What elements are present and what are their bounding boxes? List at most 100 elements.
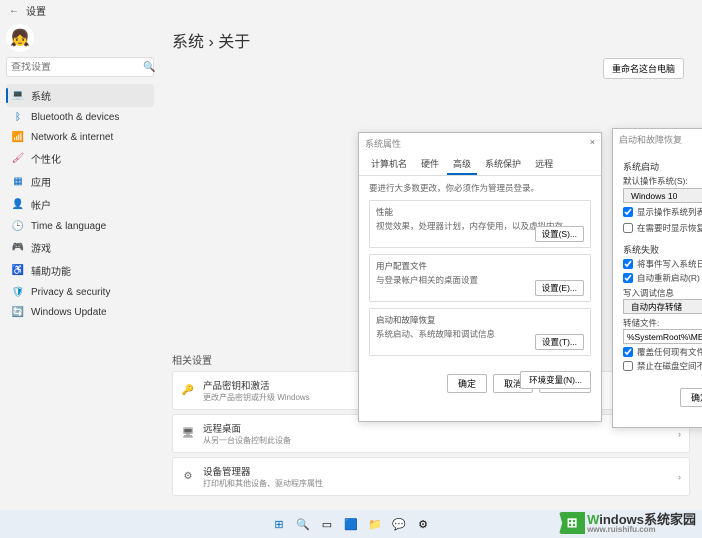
- group-settings-button[interactable]: 设置(E)...: [535, 280, 584, 296]
- watermark-logo-icon: ⊞: [559, 512, 585, 534]
- tab-系统保护[interactable]: 系统保护: [479, 154, 527, 175]
- auto-restart-checkbox[interactable]: [623, 273, 633, 283]
- sidebar-icon: ♿: [12, 265, 24, 277]
- sidebar-icon: 🖌: [12, 153, 24, 165]
- sidebar-icon: 🛡: [12, 286, 24, 298]
- explorer-icon[interactable]: 📁: [365, 514, 385, 534]
- debug-select[interactable]: 自动内存转储: [623, 299, 702, 314]
- sidebar-item-label: 系统: [31, 88, 51, 103]
- widgets-icon[interactable]: 🟦: [341, 514, 361, 534]
- related-item-desc: 从另一台设备控制此设备: [203, 435, 670, 446]
- startup-section-label: 系统启动: [623, 160, 702, 173]
- related-icon: 🖥: [181, 427, 195, 441]
- tab-计算机名[interactable]: 计算机名: [365, 154, 413, 175]
- settings-icon[interactable]: ⚙: [413, 514, 433, 534]
- default-os-label: 默认操作系统(S):: [623, 175, 702, 187]
- search-input[interactable]: [11, 62, 143, 73]
- show-os-list-checkbox[interactable]: [623, 207, 633, 217]
- env-vars-button[interactable]: 环境变量(N)...: [520, 371, 591, 389]
- sidebar-item-3[interactable]: 🖌 个性化: [6, 147, 154, 170]
- sidebar-icon: 🔄: [12, 306, 24, 318]
- related-item-desc: 打印机和其他设备、驱动程序属性: [203, 478, 670, 489]
- sidebar-item-label: Windows Update: [31, 307, 107, 318]
- search-icon[interactable]: 🔍: [293, 514, 313, 534]
- sidebar-item-label: 辅助功能: [31, 263, 71, 278]
- system-properties-dialog: 系统属性 × 计算机名硬件高级系统保护远程 要进行大多数更改，你必须作为管理员登…: [358, 132, 602, 422]
- dump-file-input[interactable]: [623, 329, 702, 344]
- sidebar-icon: 🕒: [12, 220, 24, 232]
- rename-pc-button[interactable]: 重命名这台电脑: [603, 58, 684, 79]
- search-icon: 🔍: [143, 62, 153, 72]
- sidebar-item-label: Privacy & security: [31, 287, 110, 298]
- sidebar-item-8[interactable]: ♿ 辅助功能: [6, 259, 154, 282]
- group-0: 性能视觉效果，处理器计划，内存使用，以及虚拟内存设置(S)...: [369, 200, 591, 248]
- sidebar-item-label: 应用: [31, 174, 51, 189]
- group-label: 启动和故障恢复: [376, 314, 584, 326]
- overwrite-checkbox[interactable]: [623, 347, 633, 357]
- group-settings-button[interactable]: 设置(S)...: [535, 226, 584, 242]
- sidebar-item-7[interactable]: 🎮 游戏: [6, 236, 154, 259]
- dialog2-title: 启动和故障恢复: [619, 133, 682, 146]
- search-box[interactable]: 🔍: [6, 57, 154, 77]
- sidebar-icon: 👤: [12, 199, 24, 211]
- close-icon[interactable]: ×: [590, 137, 595, 150]
- sidebar-item-10[interactable]: 🔄 Windows Update: [6, 302, 154, 322]
- dialog1-title: 系统属性: [365, 137, 401, 150]
- disable-auto-delete-checkbox[interactable]: [623, 361, 633, 371]
- sidebar-item-1[interactable]: ᛒ Bluetooth & devices: [6, 107, 154, 127]
- sidebar: 👧 🔍 💻 系统 ᛒ Bluetooth & devices 📶 Network & in…: [0, 20, 160, 510]
- messenger-icon[interactable]: 💬: [389, 514, 409, 534]
- taskview-icon[interactable]: ▭: [317, 514, 337, 534]
- related-icon: 🔑: [181, 384, 195, 398]
- tab-硬件[interactable]: 硬件: [415, 154, 445, 175]
- startup-recovery-dialog: 启动和故障恢复 × 系统启动 默认操作系统(S): Windows 10 显示操…: [612, 128, 702, 428]
- show-os-list-label: 显示操作系统列表的时间(T):: [637, 206, 702, 218]
- sidebar-item-9[interactable]: 🛡 Privacy & security: [6, 282, 154, 302]
- sidebar-item-6[interactable]: 🕒 Time & language: [6, 216, 154, 236]
- start-icon[interactable]: ⊞: [269, 514, 289, 534]
- related-item-title: 远程桌面: [203, 421, 670, 435]
- sidebar-item-2[interactable]: 📶 Network & internet: [6, 127, 154, 147]
- sidebar-item-5[interactable]: 👤 帐户: [6, 193, 154, 216]
- sidebar-item-0[interactable]: 💻 系统: [6, 84, 154, 107]
- group-label: 用户配置文件: [376, 260, 584, 272]
- dlg2-ok-button[interactable]: 确定: [680, 388, 702, 407]
- group-1: 用户配置文件与登录帐户相关的桌面设置设置(E)...: [369, 254, 591, 302]
- show-recovery-label: 在需要时显示恢复选项的时间(D):: [637, 222, 702, 234]
- window-title: 设置: [26, 3, 46, 18]
- show-recovery-checkbox[interactable]: [623, 223, 633, 233]
- default-os-select[interactable]: Windows 10: [623, 188, 702, 203]
- watermark: ⊞ Windows系统家园 www.ruishifu.com: [559, 512, 696, 534]
- group-settings-button[interactable]: 设置(T)...: [535, 334, 584, 350]
- breadcrumb: 系统 › 关于: [172, 28, 690, 52]
- tab-远程[interactable]: 远程: [529, 154, 559, 175]
- sidebar-item-label: 帐户: [31, 197, 51, 212]
- chevron-right-icon: ›: [678, 472, 681, 482]
- related-item-title: 设备管理器: [203, 464, 670, 478]
- sidebar-icon: 🎮: [12, 242, 24, 254]
- sidebar-item-label: Network & internet: [31, 132, 113, 143]
- tab-高级[interactable]: 高级: [447, 154, 477, 175]
- dlg1-ok-button[interactable]: 确定: [447, 374, 487, 393]
- related-item-2[interactable]: ⚙ 设备管理器打印机和其他设备、驱动程序属性 ›: [172, 457, 690, 496]
- group-label: 性能: [376, 206, 584, 218]
- admin-note: 要进行大多数更改，你必须作为管理员登录。: [369, 182, 591, 194]
- chevron-right-icon: ›: [678, 429, 681, 439]
- group-2: 启动和故障恢复系统启动、系统故障和调试信息设置(T)...: [369, 308, 591, 356]
- sidebar-icon: ▦: [12, 176, 24, 188]
- sidebar-icon: ᛒ: [12, 111, 24, 123]
- back-button[interactable]: ←: [8, 4, 20, 16]
- failure-section-label: 系统失败: [623, 243, 702, 256]
- main-content: 系统 › 关于 重命名这台电脑 系统属性 × 计算机名硬件高级系统保护远程 要进…: [160, 20, 702, 510]
- sidebar-item-label: Time & language: [31, 221, 106, 232]
- sidebar-icon: 📶: [12, 131, 24, 143]
- sidebar-icon: 💻: [12, 90, 24, 102]
- dump-label: 转储文件:: [623, 317, 702, 329]
- sidebar-item-label: Bluetooth & devices: [31, 112, 119, 123]
- sidebar-item-label: 个性化: [31, 151, 61, 166]
- write-event-checkbox[interactable]: [623, 259, 633, 269]
- user-avatar[interactable]: 👧: [6, 24, 34, 52]
- related-icon: ⚙: [181, 470, 195, 484]
- sidebar-item-label: 游戏: [31, 240, 51, 255]
- sidebar-item-4[interactable]: ▦ 应用: [6, 170, 154, 193]
